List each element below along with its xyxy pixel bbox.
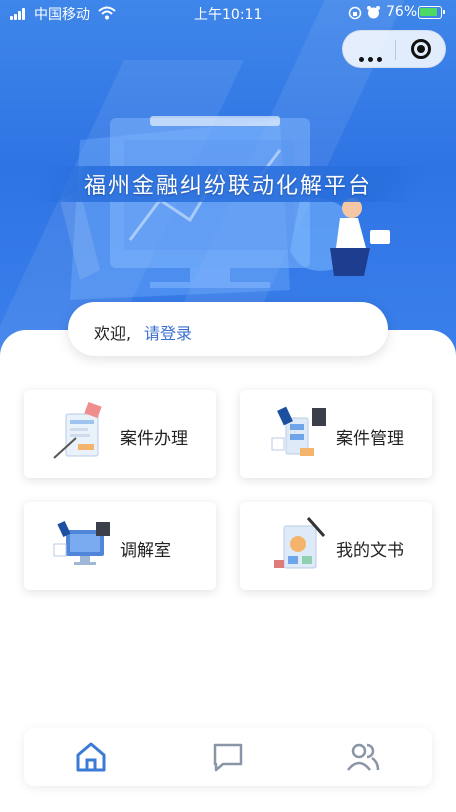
status-time: 上午10:11 xyxy=(194,7,263,23)
mediation-room-icon xyxy=(53,520,110,565)
menu-card-case-management[interactable]: 案件管理 xyxy=(240,390,432,478)
menu-card-label: 我的文书 xyxy=(336,541,404,561)
menu-card-label: 调解室 xyxy=(120,541,171,561)
case-management-icon xyxy=(271,406,326,456)
alarm-icon xyxy=(367,6,380,19)
capsule-divider xyxy=(395,40,396,60)
case-handling-icon xyxy=(53,402,102,459)
orientation-lock-icon xyxy=(348,6,362,20)
battery-percentage: 76% xyxy=(386,4,418,20)
close-target-icon[interactable] xyxy=(411,39,431,59)
menu-card-my-documents[interactable]: 我的文书 xyxy=(240,502,432,590)
wifi-icon xyxy=(98,6,116,20)
login-link[interactable]: 请登录 xyxy=(144,320,192,344)
menu-card-label: 案件办理 xyxy=(120,429,188,449)
signal-icon xyxy=(10,8,28,20)
menu-card-label: 案件管理 xyxy=(336,429,404,449)
my-documents-icon xyxy=(274,517,326,569)
user-icon[interactable] xyxy=(346,740,380,774)
menu-card-case-handling[interactable]: 案件办理 xyxy=(24,390,216,478)
home-icon[interactable] xyxy=(74,740,108,774)
mini-program-capsule[interactable] xyxy=(342,30,446,68)
carrier-name: 中国移动 xyxy=(34,7,90,23)
more-icon[interactable] xyxy=(359,47,386,66)
menu-card-mediation-room[interactable]: 调解室 xyxy=(24,502,216,590)
banner-title: 福州金融纠纷联动化解平台 xyxy=(83,174,372,199)
bottom-tab-bar xyxy=(24,728,432,786)
welcome-text: 欢迎, xyxy=(94,324,132,343)
battery-icon xyxy=(418,6,445,19)
status-bar: 中国移动 上午10:11 76% xyxy=(0,0,456,26)
welcome-bar: 欢迎, 请登录 xyxy=(68,302,388,356)
message-icon[interactable] xyxy=(211,740,245,774)
